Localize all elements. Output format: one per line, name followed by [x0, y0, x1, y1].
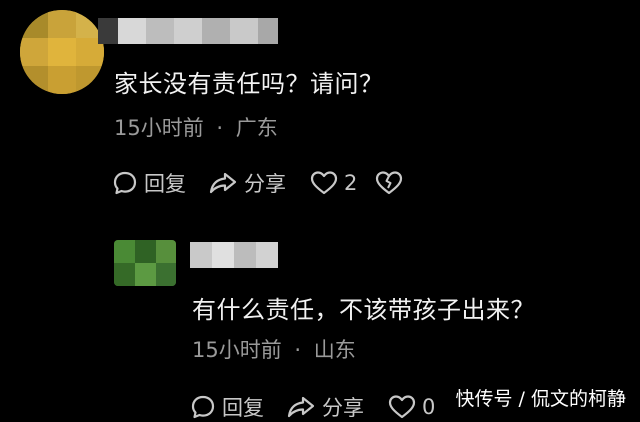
reply-button[interactable]: 回复	[112, 168, 186, 198]
comment-meta: 15小时前 · 广东	[114, 112, 278, 142]
comment-bubble-icon	[112, 170, 138, 196]
reply-location: 山东	[313, 338, 356, 362]
like-button[interactable]: 0	[388, 394, 435, 420]
reply-button[interactable]: 回复	[190, 392, 264, 422]
watermark-text: 快传号 / 侃文的柯静	[455, 388, 626, 410]
share-button[interactable]: 分享	[286, 392, 364, 422]
replier-avatar[interactable]	[114, 240, 176, 286]
comment-time: 15小时前	[114, 116, 204, 140]
reply-meta: 15小时前 · 山东	[192, 334, 356, 364]
replier-name-blurred[interactable]	[190, 242, 278, 268]
share-arrow-icon	[208, 170, 238, 196]
meta-separator: ·	[216, 116, 224, 140]
share-label: 分享	[244, 172, 286, 196]
commenter-name-blurred[interactable]	[98, 18, 278, 44]
share-button[interactable]: 分享	[208, 168, 286, 198]
comment-actions: 回复 分享 2	[112, 168, 403, 198]
comment-bubble-icon	[190, 394, 216, 420]
comment-location: 广东	[235, 116, 278, 140]
like-count: 0	[422, 395, 436, 419]
commenter-avatar[interactable]	[20, 10, 104, 94]
reply-actions: 回复 分享 0	[190, 392, 435, 422]
like-button[interactable]: 2	[310, 170, 357, 196]
reply-label: 回复	[144, 172, 186, 196]
heart-outline-icon	[388, 394, 416, 420]
reply-time: 15小时前	[192, 338, 282, 362]
meta-separator: ·	[294, 338, 302, 362]
heart-outline-icon	[310, 170, 338, 196]
dislike-button[interactable]	[375, 170, 403, 196]
reply-label: 回复	[222, 396, 264, 420]
like-count: 2	[344, 171, 358, 195]
share-arrow-icon	[286, 394, 316, 420]
share-label: 分享	[322, 396, 364, 420]
broken-heart-icon	[375, 170, 403, 196]
reply-text: 有什么责任，不该带孩子出来？	[192, 296, 535, 324]
comment-text: 家长没有责任吗？请问？	[114, 70, 384, 98]
